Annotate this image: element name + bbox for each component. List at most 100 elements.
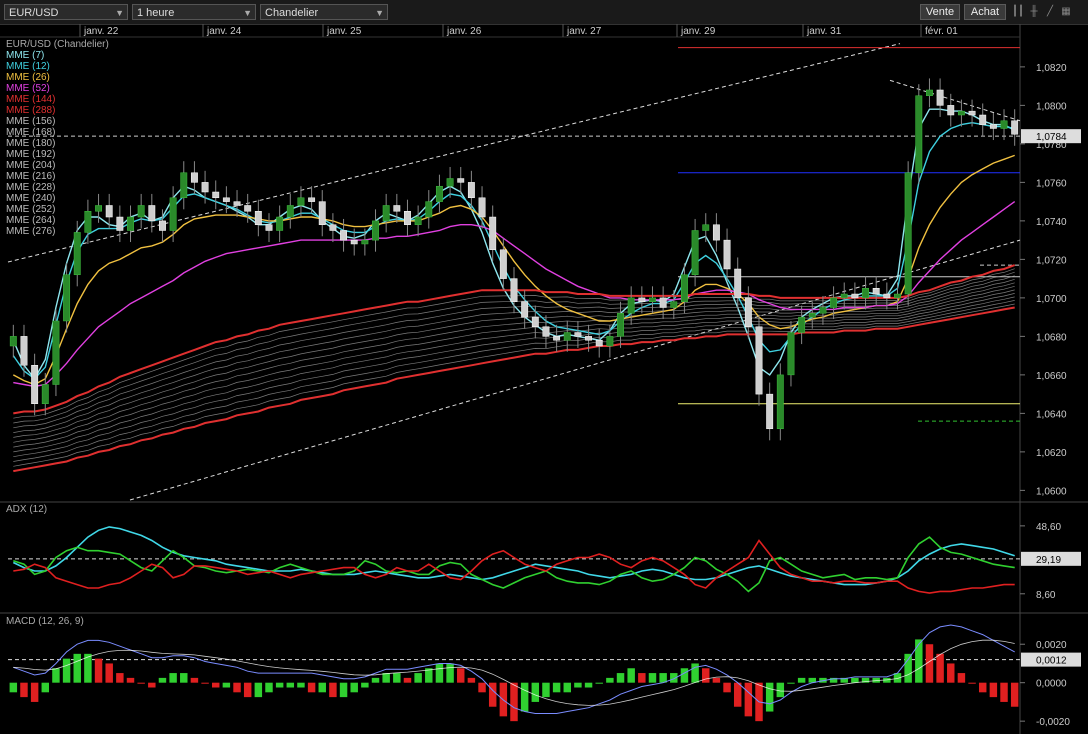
candle-body (414, 216, 422, 225)
macd-histogram-bar (403, 677, 412, 683)
macd-histogram-bar (435, 663, 444, 683)
legend-entry: MME (156) (6, 116, 55, 127)
candle-body (904, 172, 912, 295)
x-tick-label: févr. 01 (925, 26, 958, 37)
candle-body (702, 224, 710, 231)
macd-histogram-bar (265, 682, 273, 693)
candle-body (691, 230, 699, 276)
chart-grid (0, 24, 1088, 734)
macd-histogram-bar (201, 682, 209, 684)
candle-body (52, 320, 60, 385)
horizontal-levels (8, 47, 1020, 422)
ema-line (12, 121, 1015, 380)
candle-body (755, 326, 763, 395)
macd-histogram-bar (382, 673, 390, 683)
x-tick-label: janv. 22 (83, 26, 119, 37)
candle-body (585, 336, 593, 341)
macd-histogram-bar (744, 682, 753, 717)
candle-body (265, 224, 273, 231)
candle-body (489, 216, 497, 250)
macd-histogram-bar (606, 677, 614, 683)
candle-body (499, 249, 507, 279)
legend-entry: MME (192) (6, 149, 55, 160)
macd-histogram-bar (733, 682, 742, 707)
candle-body (840, 293, 848, 299)
candle-body (936, 89, 944, 106)
macd-histogram-bar (787, 682, 795, 684)
macd-histogram-bar (329, 682, 337, 698)
candle-body (830, 297, 838, 308)
adx-line (12, 526, 1015, 586)
last-price-label: 1,0784 (1036, 132, 1067, 143)
legend: EUR/USD (Chandelier)MME (7)MME (12)MME (… (6, 39, 109, 237)
chart-canvas[interactable]: ADX (12) MACD (12, 26, 9) janv. 22 janv. … (0, 0, 1088, 734)
macd-histogram-bar (563, 682, 571, 693)
candle-body (531, 316, 539, 327)
y-tick-label: 1,0720 (1036, 255, 1067, 266)
candle-body (350, 239, 358, 245)
candle-body (329, 224, 337, 231)
y-tick-label: 1,0760 (1036, 178, 1067, 189)
macd-histogram-bar (702, 668, 710, 683)
candle-body (297, 197, 305, 206)
legend-entry: MME (228) (6, 182, 55, 193)
macd-histogram-bar (968, 682, 976, 684)
candle-body (606, 336, 614, 347)
macd-histogram-bar (723, 682, 731, 693)
candle-body (1000, 120, 1008, 129)
candle-body (137, 205, 145, 218)
macd-histogram-bar (978, 682, 987, 693)
macd-histogram-bar (94, 658, 103, 683)
legend-entry: MME (52) (6, 83, 50, 94)
adx-last-label: 29,19 (1036, 555, 1061, 566)
macd-histogram-bar (30, 682, 39, 702)
macd-histogram-bar (1010, 682, 1019, 707)
x-tick-label: janv. 27 (566, 26, 602, 37)
macd-histogram-bar (297, 682, 305, 688)
candle-body (521, 301, 529, 318)
candle-body (595, 339, 603, 347)
macd-histogram-bar (638, 673, 646, 683)
legend-entry: MME (204) (6, 160, 55, 171)
candle-body (627, 297, 635, 314)
candle-body (233, 201, 241, 206)
macd-histogram-bar (680, 668, 689, 683)
candle-body (542, 326, 550, 337)
macd-histogram-bar (542, 682, 550, 698)
ema-ribbon-line (13, 296, 1015, 458)
candle-body (318, 201, 326, 225)
macd-histogram-bar (116, 673, 124, 683)
x-tick-label: janv. 29 (680, 26, 716, 37)
legend-entry: MME (240) (6, 193, 55, 204)
macd-histogram-bar (105, 663, 113, 683)
candle-body (244, 205, 252, 212)
macd-histogram-bar (52, 668, 60, 683)
candle-body (478, 197, 486, 218)
candle-body (957, 110, 965, 116)
candle-body (1011, 120, 1019, 135)
candle-body (201, 182, 209, 193)
macd-last-label: 0,0012 (1036, 656, 1067, 667)
candle-body (851, 293, 859, 299)
ema-line (13, 306, 1015, 473)
y-tick-label: 1,0640 (1036, 409, 1067, 420)
x-tick-label: janv. 25 (326, 26, 362, 37)
candle-body (457, 178, 465, 183)
macd-histogram-bar (765, 682, 774, 712)
candle-body (169, 197, 177, 231)
candle-body (883, 293, 891, 299)
macd-histogram-bar (361, 682, 369, 688)
macd-histogram-bar (904, 653, 912, 683)
candle-body (947, 105, 955, 116)
candle-body (340, 230, 348, 241)
legend-entry: MME (144) (6, 94, 55, 105)
chart-title: EUR/USD (Chandelier) (6, 39, 109, 50)
macd-histogram-bar (211, 682, 220, 688)
macd-histogram-bar (62, 658, 71, 683)
macd-histogram-bar (478, 682, 486, 693)
macd-histogram-bar (616, 673, 625, 683)
ema-ribbon-line (13, 289, 1015, 448)
lower-trend-line (129, 239, 1021, 501)
candle-body (819, 307, 827, 314)
macd-histogram-bar (233, 682, 241, 693)
